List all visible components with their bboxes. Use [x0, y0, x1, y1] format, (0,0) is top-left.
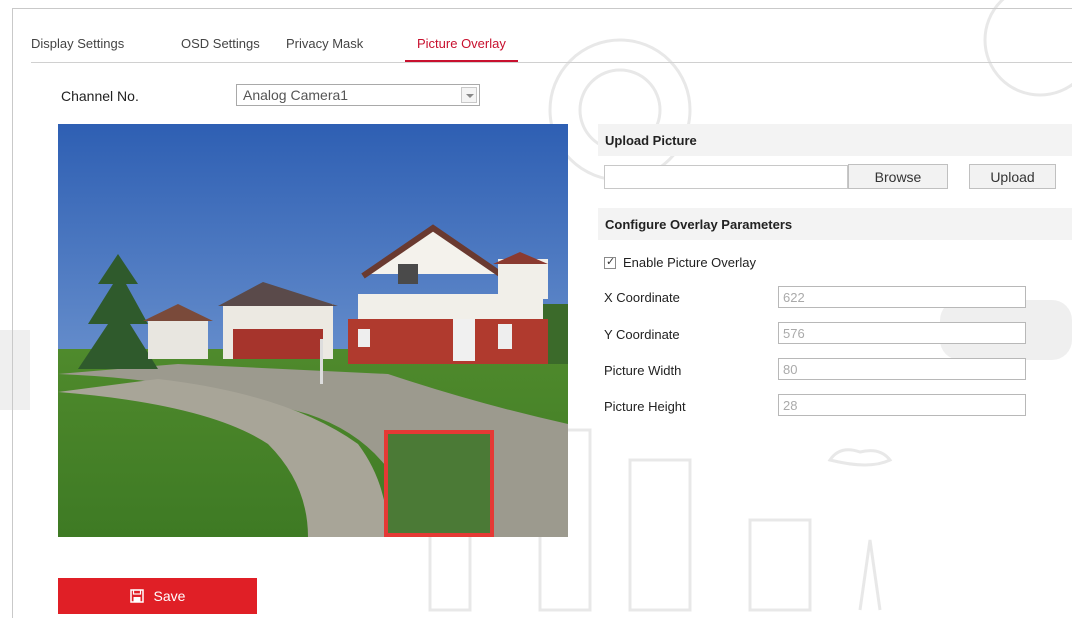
overlay-region[interactable]: [384, 430, 494, 537]
overlay-section-header: Configure Overlay Parameters: [598, 208, 1072, 240]
channel-label: Channel No.: [61, 88, 139, 104]
tab-bar: Display Settings OSD Settings Privacy Ma…: [31, 34, 1072, 63]
save-button-label: Save: [153, 588, 186, 604]
y-coordinate-label: Y Coordinate: [604, 327, 680, 342]
picture-width-label: Picture Width: [604, 363, 682, 378]
camera-preview[interactable]: [58, 124, 568, 537]
tab-privacy-mask[interactable]: Privacy Mask: [286, 36, 363, 51]
tab-picture-overlay[interactable]: Picture Overlay: [405, 36, 518, 62]
picture-height-field[interactable]: [778, 394, 1026, 416]
upload-button[interactable]: Upload: [969, 164, 1056, 189]
x-coordinate-label: X Coordinate: [604, 290, 680, 305]
file-path-field[interactable]: [604, 165, 848, 189]
upload-heading: Upload Picture: [605, 133, 697, 148]
save-button[interactable]: Save: [58, 578, 257, 614]
picture-height-label: Picture Height: [604, 399, 686, 414]
browse-button[interactable]: Browse: [848, 164, 948, 189]
enable-overlay-checkbox[interactable]: [604, 255, 616, 269]
tab-display-settings[interactable]: Display Settings: [31, 36, 124, 51]
chevron-down-icon[interactable]: [461, 87, 477, 103]
overlay-heading: Configure Overlay Parameters: [605, 217, 793, 232]
floppy-disk-icon: [129, 589, 144, 603]
enable-overlay-label: Enable Picture Overlay: [623, 255, 756, 270]
preview-scene: [58, 124, 568, 537]
channel-select[interactable]: Analog Camera1: [236, 84, 480, 106]
tab-osd-settings[interactable]: OSD Settings: [181, 36, 260, 51]
enable-overlay-row[interactable]: Enable Picture Overlay: [604, 255, 756, 270]
picture-width-field[interactable]: [778, 358, 1026, 380]
upload-section-header: Upload Picture: [598, 124, 1072, 156]
channel-select-value: Analog Camera1: [243, 87, 349, 103]
y-coordinate-field[interactable]: [778, 322, 1026, 344]
x-coordinate-field[interactable]: [778, 286, 1026, 308]
